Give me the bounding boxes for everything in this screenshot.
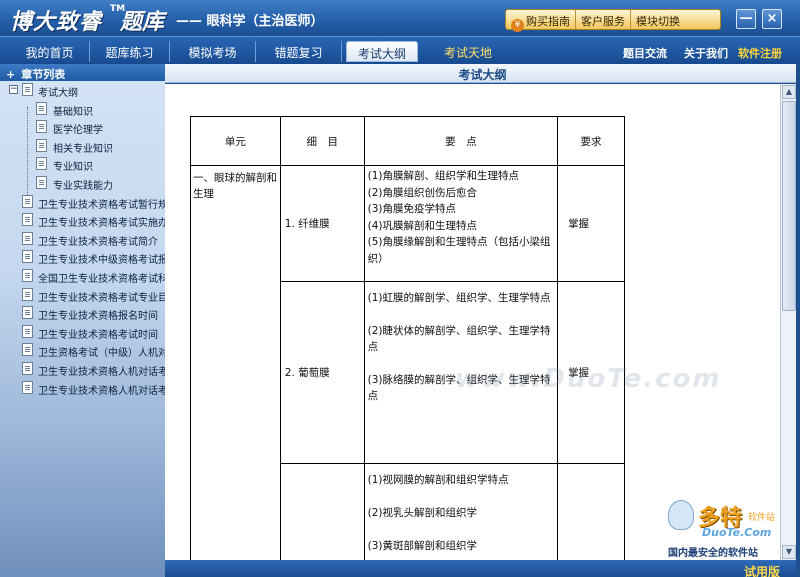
column-header-points: 要 点 [363, 116, 559, 166]
table-row: 一、眼球的解剖和生理 1. 纤维膜 (1)角膜解剖、组织学和生理特点 (2)角膜… [190, 165, 625, 560]
point-item: (1)角膜解剖、组织学和生理特点 [367, 170, 519, 182]
tree-item[interactable]: 卫生专业技术资格考试时间 [0, 323, 165, 342]
tree-item[interactable]: 卫生专业技术资格报名时间 [0, 304, 165, 323]
app-product: 题库 [120, 9, 165, 35]
document-icon [22, 83, 33, 96]
chapter-tree: − 考试大纲 基础知识 医学伦理学 相关专业知识 专业知识 专业实践能力 卫生专… [0, 81, 165, 397]
document-icon [36, 157, 47, 171]
syllabus-content: 单元 细 目 要 点 要求 一、眼球的解剖和生理 1. 纤维膜 (1)角膜解剖、… [165, 84, 780, 560]
point-item: (4)巩膜解剖和生理特点 [367, 219, 477, 232]
document-icon [22, 268, 33, 282]
tree-item[interactable]: 卫生资格考试（中级）人机对话 [0, 341, 165, 360]
watermark-text: www.DuoTe.com [455, 364, 722, 394]
document-icon [22, 306, 33, 320]
tab-mock-exam[interactable]: 模拟考场 [170, 41, 256, 62]
point-item: (2)视乳头解剖和组织学 [367, 507, 477, 519]
column-header-requirement: 要求 [557, 116, 625, 166]
point-item: (3)角膜免疫学特点 [367, 203, 456, 215]
points-cell: (1)视网膜的解剖和组织学特点 (2)视乳头解剖和组织学 (3)黄斑部解剖和组织… [363, 463, 559, 560]
trial-label: 试用版 [744, 565, 781, 577]
detail-cell: 1. 纤维膜 [279, 165, 365, 282]
about-us-link[interactable]: 关于我们 [684, 45, 728, 61]
title-bar: 博大致睿 TM 题库 —— 眼科学（主治医师） ¥ 购买指南 客户服务 模块切换 … [0, 0, 800, 36]
point-item: (2)睫状体的解剖学、组织学、生理学特点 [367, 325, 551, 353]
syllabus-table: 单元 细 目 要 点 要求 一、眼球的解剖和生理 1. 纤维膜 (1)角膜解剖、… [190, 116, 625, 560]
window-border [796, 64, 800, 577]
purchase-guide-button[interactable]: ¥ 购买指南 [506, 10, 576, 32]
tree-item-child[interactable]: 专业实践能力 [0, 174, 165, 193]
point-item: (2)角膜组织创伤后愈合 [367, 186, 477, 199]
close-button[interactable]: × [762, 9, 782, 29]
tab-exam-world[interactable]: 考试天地 [428, 41, 508, 62]
tab-syllabus[interactable]: 考试大纲 [346, 41, 418, 62]
document-icon [22, 380, 33, 394]
document-icon [22, 343, 33, 357]
document-icon [22, 213, 33, 227]
plus-icon[interactable]: + [6, 68, 15, 81]
requirement-cell: 掌握 [557, 165, 625, 282]
watermark-logo: 多特 软件站 DuoTe.Com 国内最安全的软件站 [668, 500, 788, 560]
document-icon [22, 324, 33, 338]
tab-practice[interactable]: 题库练习 [90, 41, 170, 62]
detail-cell: 2. 葡萄膜 [279, 281, 365, 464]
document-icon [36, 175, 47, 189]
chapter-sidebar: + 章节列表 − 考试大纲 基础知识 医学伦理学 相关专业知识 专业知识 专业实践… [0, 64, 165, 577]
document-icon [36, 138, 47, 152]
tree-item[interactable]: 卫生专业技术资格考试专业目 [0, 286, 165, 305]
tree-item[interactable]: 卫生专业技术资格人机对话考 [0, 360, 165, 379]
tree-item[interactable]: 卫生专业技术中级资格考试报 [0, 248, 165, 267]
scroll-up-arrow-icon[interactable]: ▲ [782, 85, 796, 99]
requirement-cell [557, 463, 625, 560]
tree-item-child[interactable]: 专业知识 [0, 155, 165, 174]
point-item: (3)黄斑部解剖和组织学 [367, 540, 477, 552]
customer-service-button[interactable]: 客户服务 [576, 10, 631, 29]
mascot-icon [668, 500, 694, 530]
document-icon [22, 361, 33, 375]
content-header: 考试大纲 [165, 64, 800, 83]
document-icon [22, 231, 33, 245]
app-name: 博大致睿 [10, 9, 103, 35]
module-switch-button[interactable]: 模块切换 [631, 10, 685, 29]
tree-item[interactable]: 卫生专业技术资格人机对话考 [0, 379, 165, 398]
point-item: (1)视网膜的解剖和组织学特点 [367, 474, 509, 486]
column-header-unit: 单元 [190, 116, 281, 166]
tree-item[interactable]: 全国卫生专业技术资格考试科 [0, 267, 165, 286]
scroll-thumb[interactable] [782, 101, 796, 311]
point-item: (1)虹膜的解剖学、组织学、生理学特点 [367, 292, 551, 304]
document-icon [36, 101, 47, 115]
minimize-button[interactable]: — [736, 9, 756, 29]
collapse-icon[interactable]: − [9, 85, 18, 94]
tree-item[interactable]: 卫生专业技术资格考试暂行规 [0, 193, 165, 212]
table-header-row: 单元 细 目 要 点 要求 [190, 116, 625, 166]
vertical-scrollbar[interactable]: ▲ ▼ [780, 84, 796, 560]
subject-title: —— 眼科学（主治医师） [176, 14, 324, 29]
register-link[interactable]: 软件注册 [738, 45, 782, 61]
points-cell: (1)角膜解剖、组织学和生理特点 (2)角膜组织创伤后愈合 (3)角膜免疫学特点… [363, 165, 559, 282]
tree-item[interactable]: 卫生专业技术资格考试实施办 [0, 211, 165, 230]
tree-item-child[interactable]: 基础知识 [0, 100, 165, 119]
tree-item-child[interactable]: 相关专业知识 [0, 137, 165, 156]
document-icon [22, 287, 33, 301]
question-exchange-link[interactable]: 题目交流 [623, 45, 667, 61]
tree-item-child[interactable]: 医学伦理学 [0, 118, 165, 137]
tab-home[interactable]: 我的首页 [10, 41, 90, 62]
top-button-group: ¥ 购买指南 客户服务 模块切换 [505, 9, 721, 32]
tree-item[interactable]: 卫生专业技术资格考试简介 [0, 230, 165, 249]
document-icon [22, 250, 33, 264]
point-item: (5)角膜缘解剖和生理特点（包括小梁组织） [367, 236, 551, 265]
nav-bar: 我的首页 题库练习 模拟考场 错题复习 考试大纲 考试天地 题目交流 关于我们 … [0, 36, 800, 64]
unit-cell: 一、眼球的解剖和生理 [190, 165, 281, 560]
detail-cell [279, 463, 365, 560]
document-icon [22, 194, 33, 208]
sidebar-header: + 章节列表 [0, 64, 165, 81]
tab-wrong-review[interactable]: 错题复习 [256, 41, 342, 62]
tree-item-syllabus-root[interactable]: − 考试大纲 [0, 81, 165, 100]
cart-icon: ¥ [511, 19, 524, 32]
status-bar [165, 560, 796, 577]
column-header-detail: 细 目 [279, 116, 365, 166]
document-icon [36, 120, 47, 134]
